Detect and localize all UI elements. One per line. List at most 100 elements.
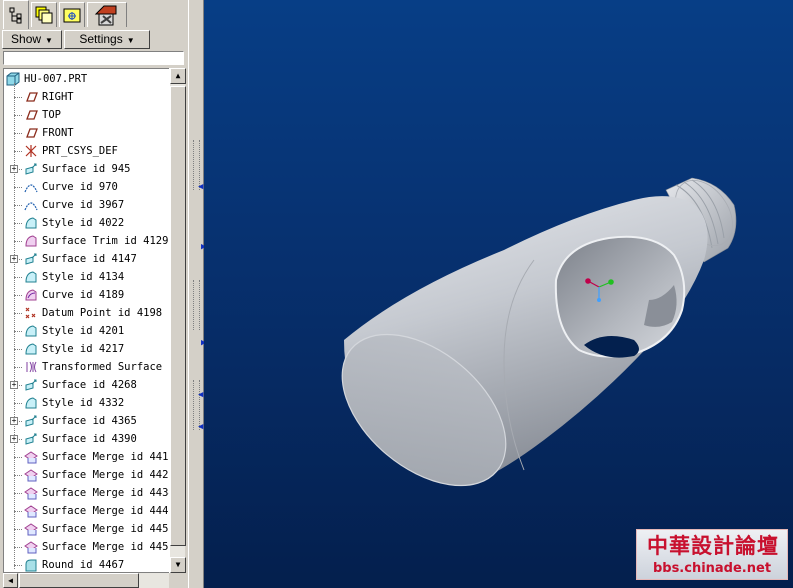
tree-item[interactable]: + Surface id 4147: [4, 250, 169, 268]
tree-item[interactable]: Surface Merge id 4451: [4, 520, 169, 538]
tree-item-label: Curve id 4189: [42, 289, 125, 301]
tree-item-label: Datum Point id 4198: [42, 307, 163, 319]
tree-item[interactable]: + Surface id 4390: [4, 430, 169, 448]
merge-icon: [24, 469, 38, 482]
tree-item[interactable]: Surface Merge id 4457: [4, 538, 169, 556]
curve-icon: [24, 184, 38, 193]
tree-connector-line: [14, 187, 22, 188]
tree-item-label: Surface Merge id 4415: [42, 451, 169, 463]
tree-item[interactable]: Style id 4217: [4, 340, 169, 358]
tree-connector-line: [14, 241, 22, 242]
csys-icon: [25, 145, 37, 157]
settings-menu-button[interactable]: Settings ▼: [64, 30, 150, 49]
tree-item[interactable]: Surface Merge id 4445: [4, 502, 169, 520]
scroll-left-button[interactable]: ◀: [3, 573, 18, 588]
forum-watermark: 中華設計論壇 bbs.chinade.net: [636, 529, 788, 580]
tab-folder-browser[interactable]: [59, 2, 85, 27]
navigator-sash[interactable]: ◀ ▶ ▶ ◀ ◀: [188, 0, 206, 588]
tree-item[interactable]: Surface Merge id 4425: [4, 466, 169, 484]
tree-item[interactable]: + Surface id 4268: [4, 376, 169, 394]
tree-item-label: Style id 4134: [42, 271, 125, 283]
tree-item[interactable]: Surface Trim id 4129: [4, 232, 169, 250]
layers-icon: [35, 6, 53, 24]
chevron-down-icon: ▼: [45, 36, 53, 45]
tree-item[interactable]: Transformed Surface i: [4, 358, 169, 376]
model-tree-icon: [9, 7, 22, 24]
tree-item[interactable]: + Surface id 4365: [4, 412, 169, 430]
tree-item[interactable]: Curve id 4189: [4, 286, 169, 304]
collapse-left-arrow-icon[interactable]: ◀: [198, 390, 203, 400]
tree-connector-line: [14, 277, 22, 278]
tab-layers[interactable]: [31, 2, 57, 27]
tab-tools[interactable]: [87, 2, 127, 27]
expand-toggle[interactable]: +: [10, 255, 18, 263]
tree-item-label: Transformed Surface i: [42, 361, 169, 373]
datum-point-icon: [25, 307, 36, 319]
show-menu-button[interactable]: Show ▼: [2, 30, 62, 49]
expand-toggle[interactable]: +: [10, 417, 18, 425]
collapse-left-arrow-icon[interactable]: ◀: [198, 422, 203, 432]
tree-item-label: Curve id 970: [42, 181, 118, 193]
expand-toggle[interactable]: +: [10, 165, 18, 173]
model-tree: HU-007.PRT RIGHT TOP FRONT PRT_CSYS_DEF + Sur…: [3, 68, 169, 573]
trim-icon: [25, 235, 37, 247]
merge-icon: [24, 541, 38, 554]
tree-connector-line: [14, 115, 22, 116]
tree-item[interactable]: PRT_CSYS_DEF: [4, 142, 169, 160]
expand-toggle[interactable]: +: [10, 435, 18, 443]
datum-plane-icon: [26, 110, 38, 120]
tree-item[interactable]: Style id 4201: [4, 322, 169, 340]
tree-item-label: Style id 4332: [42, 397, 125, 409]
tree-item[interactable]: Style id 4022: [4, 214, 169, 232]
style-icon: [25, 271, 37, 283]
tree-item-label: TOP: [42, 109, 61, 121]
tree-item[interactable]: + Surface id 945: [4, 160, 169, 178]
tree-item-label: Surface Merge id 4425: [42, 469, 169, 481]
tree-item[interactable]: FRONT: [4, 124, 169, 142]
tree-item[interactable]: RIGHT: [4, 88, 169, 106]
tree-item-label: FRONT: [42, 127, 74, 139]
surface-icon: [25, 379, 37, 391]
style-curve-icon: [25, 289, 37, 301]
tree-item[interactable]: TOP: [4, 106, 169, 124]
horizontal-scroll-thumb[interactable]: [19, 573, 139, 588]
tree-connector-line: [14, 565, 22, 566]
tree-connector-line: [14, 331, 22, 332]
tree-vertical-scrollbar[interactable]: ▲ ▼: [169, 68, 186, 573]
tree-item-label: Surface id 945: [42, 163, 131, 175]
merge-icon: [24, 451, 38, 464]
round-icon: [25, 559, 37, 572]
style-icon: [25, 325, 37, 337]
tree-item-label: Surface Merge id 4445: [42, 505, 169, 517]
tree-connector-line: [14, 313, 22, 314]
tree-item[interactable]: Curve id 3967: [4, 196, 169, 214]
show-menu-label: Show: [11, 32, 42, 46]
tree-item[interactable]: Surface Merge id 4434: [4, 484, 169, 502]
scroll-up-button[interactable]: ▲: [170, 68, 186, 84]
tree-item-label: Surface id 4365: [42, 415, 137, 427]
tree-item[interactable]: Surface Merge id 4415: [4, 448, 169, 466]
tree-item-label: Style id 4217: [42, 343, 125, 355]
tree-item[interactable]: Round id 4467: [4, 556, 169, 572]
tree-filter-field[interactable]: [3, 51, 184, 65]
expand-toggle[interactable]: +: [10, 381, 18, 389]
tab-model-tree[interactable]: [3, 0, 29, 29]
tree-item-label: Style id 4201: [42, 325, 125, 337]
graphics-viewport[interactable]: [204, 0, 793, 588]
tree-item-label: Surface Trim id 4129: [42, 235, 169, 247]
watermark-url: bbs.chinade.net: [652, 561, 772, 576]
tree-connector-line: [14, 529, 22, 530]
datum-plane-icon: [26, 128, 38, 138]
tree-item[interactable]: Style id 4134: [4, 268, 169, 286]
tree-item[interactable]: Datum Point id 4198: [4, 304, 169, 322]
scroll-thumb[interactable]: [170, 86, 186, 546]
collapse-left-arrow-icon[interactable]: ◀: [198, 182, 203, 192]
surface-icon: [25, 253, 37, 265]
tree-item[interactable]: Curve id 970: [4, 178, 169, 196]
tree-item-label: Round id 4467: [42, 559, 125, 571]
tree-connector-line: [14, 151, 22, 152]
tree-connector-line: [14, 133, 22, 134]
tree-horizontal-scrollbar[interactable]: ◀: [3, 573, 169, 588]
scroll-down-button[interactable]: ▼: [170, 557, 186, 573]
tree-item[interactable]: Style id 4332: [4, 394, 169, 412]
